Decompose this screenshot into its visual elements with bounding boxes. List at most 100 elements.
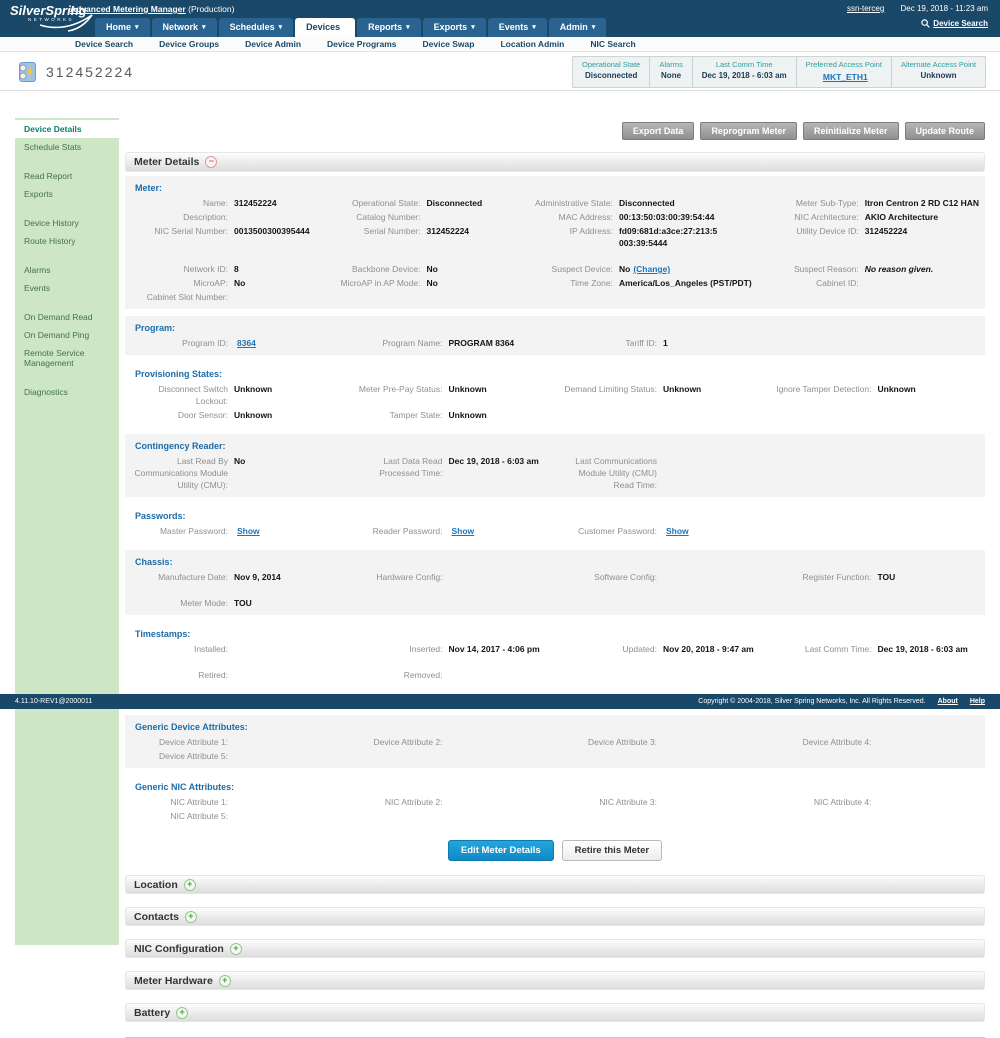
app-env: (Production) xyxy=(188,4,234,14)
sidebar-item[interactable]: Remote Service Management xyxy=(15,344,119,372)
action-button[interactable]: Reinitialize Meter xyxy=(803,122,899,140)
field-label: Suspect Reason: xyxy=(762,263,865,275)
nav-tab-label: Schedules xyxy=(230,22,275,32)
action-button[interactable]: Export Data xyxy=(622,122,695,140)
field-link[interactable]: Show xyxy=(666,525,689,537)
action-button[interactable]: Reprogram Meter xyxy=(700,122,797,140)
meter-details-header[interactable]: Meter Details − xyxy=(125,152,985,172)
retire-this-meter-button[interactable]: Retire this Meter xyxy=(562,840,662,861)
meter-icon xyxy=(16,60,38,84)
sidebar-item[interactable]: Diagnostics xyxy=(15,383,119,401)
field-label: Demand Limiting Status: xyxy=(560,383,663,395)
status-value-text: Dec 19, 2018 - 6:03 am xyxy=(702,71,787,80)
nav-tab[interactable]: Exports ▾ xyxy=(423,18,486,37)
chevron-down-icon: ▾ xyxy=(135,23,139,31)
field-label: Operational State: xyxy=(323,197,426,209)
nav-tab[interactable]: Home ▾ xyxy=(95,18,150,37)
field-label: MicroAP in AP Mode: xyxy=(323,277,426,289)
field xyxy=(131,585,336,595)
field: MAC Address: 00:13:50:03:00:39:54:44 xyxy=(516,211,752,223)
field xyxy=(775,597,980,609)
field xyxy=(323,251,505,261)
sidebar-item[interactable]: On Demand Read xyxy=(15,308,119,326)
field-label: Meter Pre-Pay Status: xyxy=(346,383,449,395)
field-label: NIC Serial Number: xyxy=(131,225,234,237)
quick-search-label[interactable]: Device Search xyxy=(933,19,988,28)
nav-tab[interactable]: Schedules ▾ xyxy=(219,18,294,37)
edit-meter-details-button[interactable]: Edit Meter Details xyxy=(448,840,554,861)
field-label: Master Password: xyxy=(131,525,234,537)
subnav-item[interactable]: NIC Search xyxy=(590,39,635,49)
about-link[interactable]: About xyxy=(938,698,958,705)
field-grid: Disconnect Switch Lockout: Unknown Meter… xyxy=(131,383,979,421)
sidebar-item[interactable]: Route History xyxy=(15,232,119,250)
field xyxy=(346,750,551,762)
nav-tab[interactable]: Events ▾ xyxy=(488,18,547,37)
field-label: NIC Attribute 2: xyxy=(346,796,449,808)
field-label: Reader Password: xyxy=(346,525,449,537)
status-cell: Alternate Access Point Unknown xyxy=(892,57,985,87)
field xyxy=(131,657,336,667)
collapsed-section-header[interactable]: Location + xyxy=(125,875,985,894)
current-datetime: Dec 19, 2018 - 11:23 am xyxy=(901,4,988,13)
expand-icon[interactable]: + xyxy=(219,975,231,987)
field: Reader Password: Show xyxy=(346,525,551,537)
field-link[interactable]: Show xyxy=(237,525,260,537)
field-value: 0013500300395444 xyxy=(234,225,310,237)
sidebar-item[interactable]: On Demand Ping xyxy=(15,326,119,344)
collapsed-section-header[interactable]: Meter Hardware + xyxy=(125,971,985,990)
collapse-icon[interactable]: − xyxy=(205,156,217,168)
collapsed-section-header[interactable]: NIC Configuration + xyxy=(125,939,985,958)
field-value: 8 xyxy=(234,263,239,275)
subnav-item[interactable]: Device Swap xyxy=(422,39,474,49)
section-heading: Generic NIC Attributes: xyxy=(131,779,979,796)
field: Device Attribute 5: xyxy=(131,750,336,762)
field-label: Device Attribute 3: xyxy=(560,736,663,748)
subnav-item[interactable]: Device Search xyxy=(75,39,133,49)
sidebar-item[interactable]: Alarms xyxy=(15,261,119,279)
sidebar-item[interactable]: Schedule Stats xyxy=(15,138,119,156)
sidebar-item[interactable]: Events xyxy=(15,279,119,297)
status-cell: Operational State Disconnected xyxy=(573,57,650,87)
field-label: Name: xyxy=(131,197,234,209)
field: Device Attribute 3: xyxy=(560,736,765,748)
subnav-item[interactable]: Device Groups xyxy=(159,39,219,49)
nav-tab[interactable]: Devices xyxy=(295,18,355,37)
username-link[interactable]: ssn-terceg xyxy=(847,4,884,13)
field: Updated: Nov 20, 2018 - 9:47 am xyxy=(560,643,765,655)
field-grid: Manufacture Date: Nov 9, 2014 Hardware C… xyxy=(131,571,979,609)
expand-icon[interactable]: + xyxy=(185,911,197,923)
sidebar-item[interactable]: Device History xyxy=(15,214,119,232)
nav-tab-label: Network xyxy=(163,22,199,32)
subnav-item[interactable]: Device Admin xyxy=(245,39,301,49)
field-value: America/Los_Angeles (PST/PDT) xyxy=(619,277,752,289)
quick-device-search[interactable]: Device Search xyxy=(921,19,988,28)
field-link[interactable]: 8364 xyxy=(237,337,256,349)
nav-tab[interactable]: Reports ▾ xyxy=(357,18,421,37)
expand-icon[interactable]: + xyxy=(184,879,196,891)
logo-swoosh-icon xyxy=(38,11,96,35)
field-link[interactable]: Show xyxy=(452,525,475,537)
nav-tab[interactable]: Network ▾ xyxy=(152,18,217,37)
sidebar-item[interactable]: Read Report xyxy=(15,167,119,185)
sidebar-item[interactable]: Exports xyxy=(15,185,119,203)
field-value: 312452224 xyxy=(426,225,469,237)
expand-icon[interactable]: + xyxy=(176,1007,188,1019)
field: Meter Sub-Type: Itron Centron 2 RD C12 H… xyxy=(762,197,979,209)
collapsed-section-header[interactable]: Contacts + xyxy=(125,907,985,926)
section-heading: Timestamps: xyxy=(131,626,979,643)
section-generic-nic-attributes: Generic NIC Attributes: NIC Attribute 1:… xyxy=(125,775,985,828)
nav-tab[interactable]: Admin ▾ xyxy=(549,18,607,37)
field-link[interactable]: (Change) xyxy=(633,263,670,275)
help-link[interactable]: Help xyxy=(970,698,985,705)
sidebar-item[interactable]: Device Details xyxy=(15,120,119,138)
action-button[interactable]: Update Route xyxy=(905,122,986,140)
field-label: Manufacture Date: xyxy=(131,571,234,583)
field: Installed: xyxy=(131,643,336,655)
status-value-link[interactable]: MKT_ETH1 xyxy=(823,72,868,82)
expand-icon[interactable]: + xyxy=(230,943,242,955)
subnav-item[interactable]: Location Admin xyxy=(500,39,564,49)
app-title-link[interactable]: Advanced Metering Manager xyxy=(70,4,186,14)
collapsed-section-header[interactable]: Battery + xyxy=(125,1003,985,1022)
subnav-item[interactable]: Device Programs xyxy=(327,39,396,49)
